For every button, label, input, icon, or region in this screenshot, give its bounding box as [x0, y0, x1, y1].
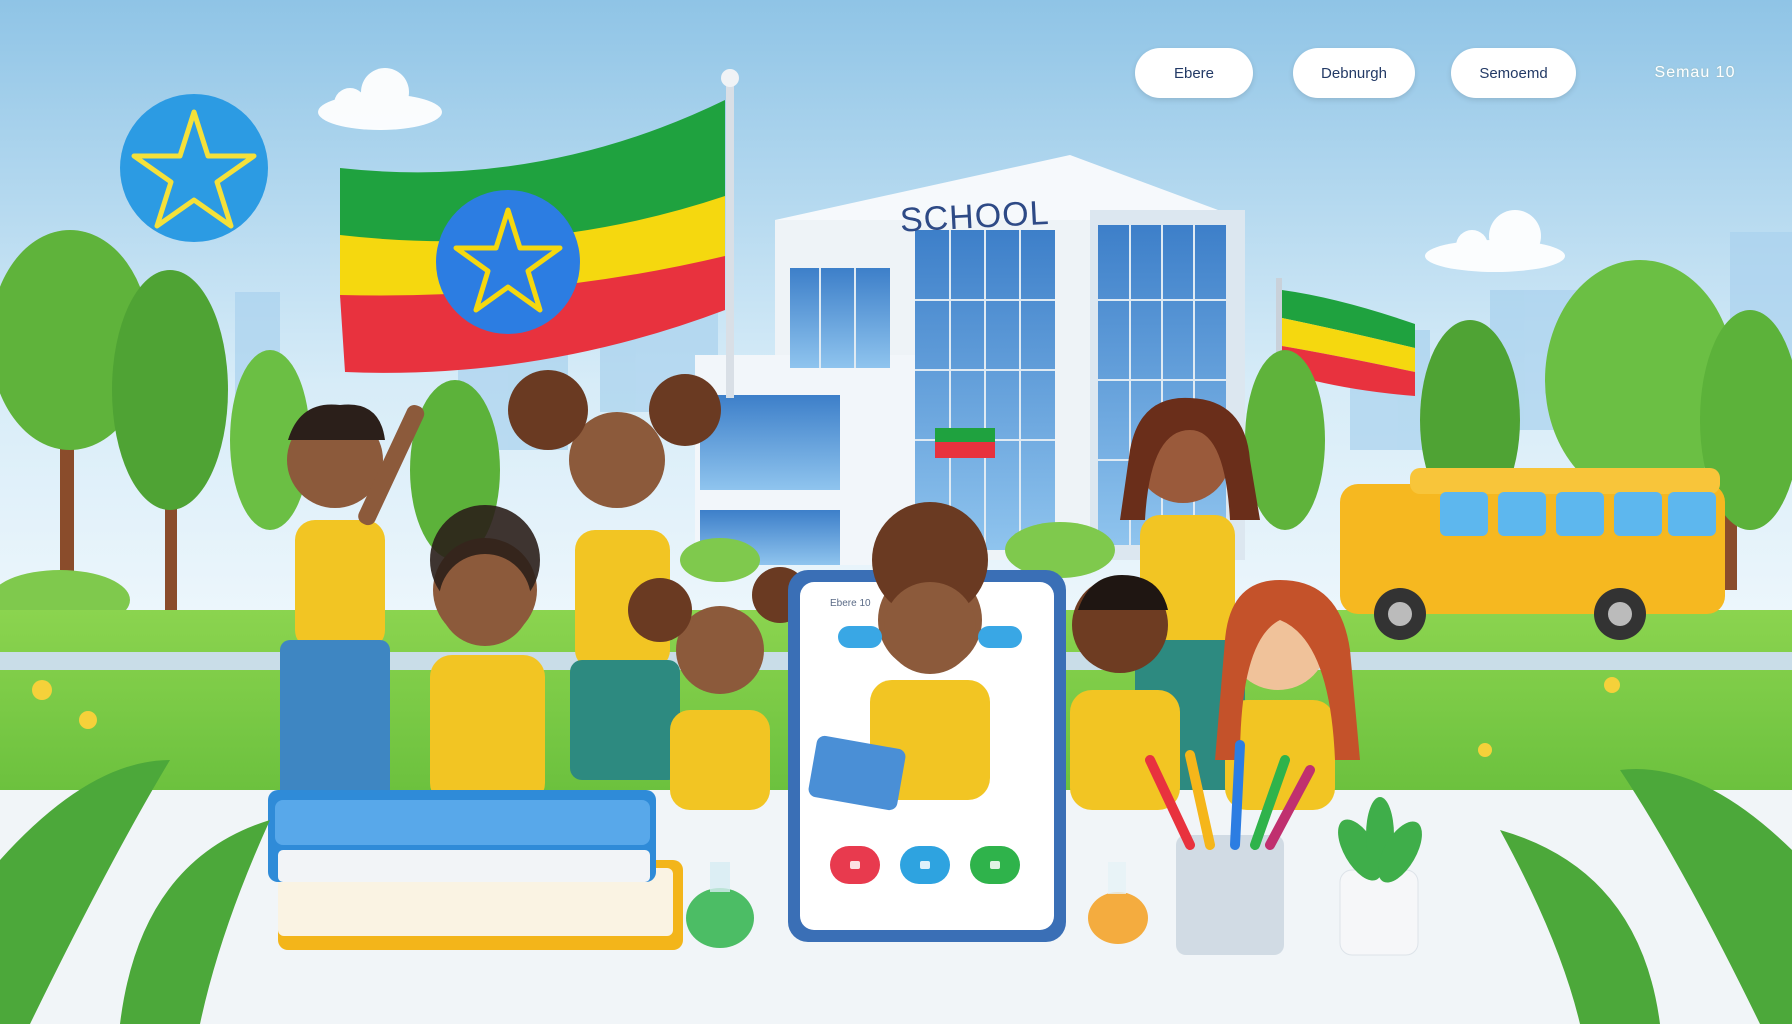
- nav-button-ebere[interactable]: Ebere: [1135, 48, 1253, 98]
- star-emblem-icon: [120, 94, 268, 242]
- nav-extra-link[interactable]: Semau 10: [1640, 60, 1750, 86]
- scene-illustration: [0, 0, 1792, 1024]
- nav-button-semoemd[interactable]: Semoemd: [1451, 48, 1576, 98]
- chat-icon[interactable]: [900, 846, 950, 884]
- record-icon[interactable]: [830, 846, 880, 884]
- tablet-header-text: Ebere 10: [830, 598, 871, 609]
- tablet-tab-left[interactable]: [838, 626, 882, 648]
- school-sign: SCHOOL: [899, 193, 1051, 240]
- nav-button-debnurgh[interactable]: Debnurgh: [1293, 48, 1415, 98]
- call-icon[interactable]: [970, 846, 1020, 884]
- book-stack: [268, 790, 683, 950]
- tablet-tab-right[interactable]: [978, 626, 1022, 648]
